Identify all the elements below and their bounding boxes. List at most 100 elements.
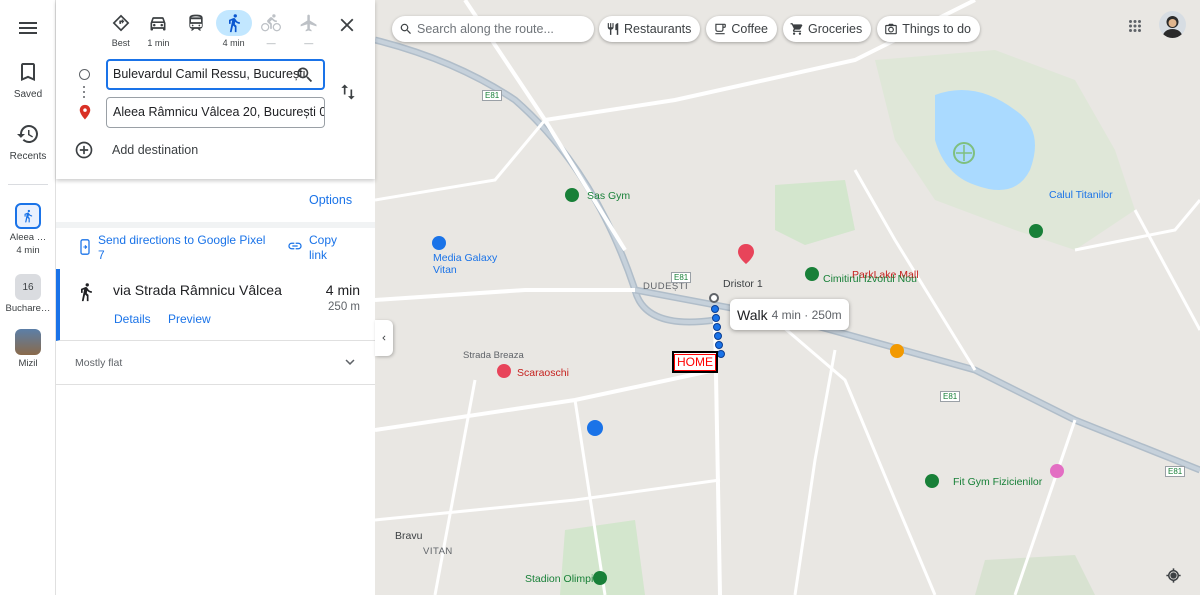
map-label-stadion[interactable]: Stadion Olimpia — [525, 573, 599, 585]
walking-icon — [81, 283, 92, 302]
chip-coffee[interactable]: Coffee — [706, 16, 778, 42]
chip-label: Coffee — [731, 22, 769, 36]
add-destination-label: Add destination — [112, 143, 199, 157]
map-label-fit-gym[interactable]: Fit Gym Fizicienilor — [953, 476, 1042, 488]
home-marker[interactable]: HOME — [672, 351, 718, 373]
collapse-panel-button[interactable] — [375, 320, 393, 356]
road-shield-e81: E81 — [671, 272, 692, 283]
history-label: Mizil — [18, 358, 38, 369]
map-label-calul-titanilor[interactable]: Calul Titanilor — [1049, 189, 1113, 201]
route-dots-icon — [83, 86, 86, 101]
route-via-label: via Strada Râmnicu Vâlcea — [113, 282, 282, 298]
chip-groceries[interactable]: Groceries — [783, 16, 872, 42]
mode-transit[interactable] — [177, 10, 215, 48]
origin-input[interactable]: Bulevardul Camil Ressu, București — [106, 59, 325, 90]
saved-button[interactable]: Saved — [0, 60, 56, 100]
map-label-cimitirul[interactable]: Cimitirul Izvorul Nou — [823, 273, 917, 285]
tooltip-mode: Walk — [737, 306, 768, 323]
route-search-input[interactable]: Search along the route... — [392, 16, 594, 42]
gym-marker-icon[interactable] — [565, 188, 579, 202]
car-icon — [150, 17, 166, 31]
road-shield-e81: E81 — [1165, 466, 1186, 477]
history-item-aleea[interactable]: Aleea … 4 min — [0, 203, 56, 256]
directions-header: Best 1 min 4 min — — Bulevardul Camil Re… — [56, 0, 375, 179]
map-canvas[interactable]: Sas Gym Calul Titanilor Media Galaxy Vit… — [375, 0, 1200, 595]
restaurant-marker-icon[interactable] — [890, 344, 904, 358]
copy-label: Copy link — [309, 233, 338, 262]
mode-flights[interactable]: — — [290, 10, 328, 48]
chip-label: Things to do — [902, 22, 971, 36]
apps-grid-icon[interactable] — [1126, 17, 1144, 35]
mizil-thumbnail — [15, 329, 41, 355]
mode-driving[interactable]: 1 min — [140, 10, 178, 48]
rail-divider — [8, 184, 48, 185]
phone-send-icon — [80, 239, 90, 255]
map-label-bravu: Bravu — [395, 530, 423, 542]
close-icon[interactable] — [336, 14, 358, 36]
bucharest-badge: 16 — [15, 274, 41, 300]
search-icon[interactable] — [295, 65, 315, 85]
mode-cycling[interactable]: — — [252, 10, 290, 48]
map-label-media-galaxy[interactable]: Media Galaxy Vitan — [433, 252, 497, 276]
avatar-icon — [1162, 16, 1183, 38]
bicycle-icon — [261, 14, 282, 32]
cemetery-marker-icon[interactable] — [805, 267, 819, 281]
route-time: 4 min — [325, 282, 360, 298]
directions-panel: Best 1 min 4 min — — Bulevardul Camil Re… — [56, 0, 375, 595]
mode-label: 4 min — [222, 38, 245, 48]
camera-icon — [885, 23, 898, 35]
send-to-phone-link[interactable]: Send directions to Google Pixel 7 — [78, 233, 268, 263]
bar-marker-icon[interactable] — [497, 364, 511, 378]
map-label-dristor[interactable]: Dristor 1 — [723, 278, 763, 290]
saved-label: Saved — [13, 89, 43, 100]
chip-restaurants[interactable]: Restaurants — [599, 16, 701, 42]
section-divider — [56, 222, 375, 228]
history-icon — [17, 125, 38, 143]
copy-link-button[interactable]: Copy link — [287, 233, 339, 263]
add-circle-icon — [75, 141, 93, 159]
bus-icon — [189, 14, 203, 31]
recents-label: Recents — [9, 151, 47, 162]
police-marker-icon[interactable] — [587, 420, 603, 436]
road-shield-e81: E81 — [482, 90, 503, 101]
coffee-icon — [715, 23, 727, 35]
chevron-left-icon — [382, 335, 386, 341]
my-location-icon[interactable] — [1164, 566, 1183, 585]
destination-pin-icon — [79, 104, 91, 120]
elevation-label: Mostly flat — [75, 357, 123, 369]
road-shield-e81: E81 — [940, 391, 961, 402]
account-avatar[interactable] — [1159, 11, 1186, 38]
map-label-scaraoschi[interactable]: Scaraoschi — [517, 367, 569, 379]
history-item-bucharest[interactable]: 16 Buchare… — [0, 274, 56, 314]
history-sub: 4 min — [16, 245, 40, 256]
tooltip-detail: 4 min · 250m — [771, 307, 842, 322]
gym-marker-icon[interactable] — [925, 474, 939, 488]
compass-park-icon — [953, 142, 975, 164]
store-marker-icon[interactable] — [432, 236, 446, 250]
mode-label: — — [304, 38, 314, 48]
route-tooltip[interactable]: Walk 4 min · 250m — [730, 299, 849, 330]
origin-dot-icon — [79, 69, 90, 80]
shop-marker-icon[interactable] — [1050, 464, 1064, 478]
details-button[interactable]: Details — [114, 312, 151, 326]
airplane-icon — [300, 14, 317, 32]
options-button[interactable]: Options — [309, 193, 352, 207]
shopping-marker-icon[interactable] — [737, 244, 755, 264]
mode-walking[interactable]: 4 min — [215, 10, 253, 48]
destination-input[interactable]: Aleea Râmnicu Vâlcea 20, București 0316 — [106, 97, 325, 128]
mode-best[interactable]: Best — [102, 10, 140, 48]
preview-button[interactable]: Preview — [168, 312, 211, 326]
map-label-sas-gym[interactable]: Sas Gym — [587, 190, 630, 202]
mode-label: — — [266, 38, 276, 48]
swap-icon[interactable] — [338, 82, 358, 102]
map-label-str-breaza: Strada Breaza — [463, 350, 524, 361]
add-destination-button[interactable]: Add destination — [74, 139, 314, 161]
chevron-down-icon[interactable] — [341, 353, 359, 371]
bookmark-icon — [21, 63, 35, 81]
history-item-mizil[interactable]: Mizil — [0, 329, 56, 369]
route-option-card[interactable]: via Strada Râmnicu Vâlcea 4 min 250 m De… — [56, 269, 375, 341]
park-marker-icon[interactable] — [1029, 224, 1043, 238]
chip-things-to-do[interactable]: Things to do — [877, 16, 980, 42]
menu-icon[interactable] — [16, 16, 40, 40]
recents-button[interactable]: Recents — [0, 122, 56, 162]
